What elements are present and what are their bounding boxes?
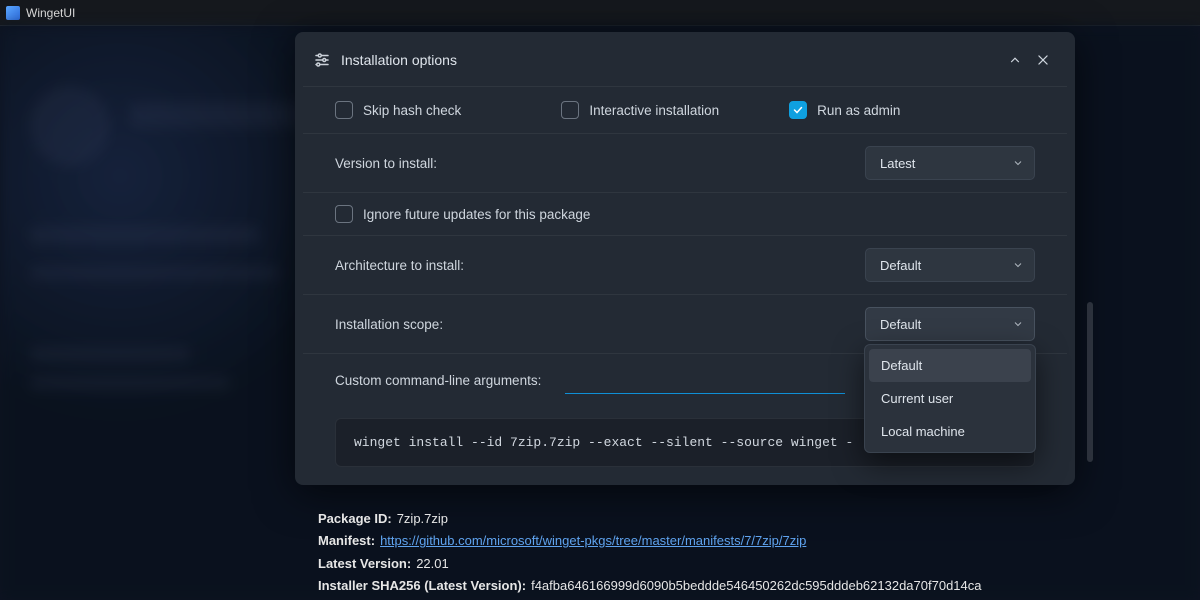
select-value: Default <box>880 317 921 332</box>
checkbox-box <box>335 205 353 223</box>
ignore-updates-row: Ignore future updates for this package <box>295 193 1075 235</box>
panel-scrollbar[interactable] <box>1087 302 1093 462</box>
checkbox-label: Skip hash check <box>363 103 461 118</box>
version-row: Version to install: Latest <box>295 134 1075 192</box>
checkbox-label: Ignore future updates for this package <box>363 207 590 222</box>
panel-title: Installation options <box>341 52 457 68</box>
interactive-install-checkbox[interactable]: Interactive installation <box>561 101 719 119</box>
version-select[interactable]: Latest <box>865 146 1035 180</box>
scope-option-current-user[interactable]: Current user <box>869 382 1031 415</box>
architecture-row: Architecture to install: Default <box>295 236 1075 294</box>
titlebar: WingetUI <box>0 0 1200 26</box>
chevron-down-icon <box>1012 259 1024 271</box>
chevron-down-icon <box>1012 318 1024 330</box>
package-id-value: 7zip.7zip <box>397 508 448 530</box>
collapse-button[interactable] <box>1001 46 1029 74</box>
manifest-link[interactable]: https://github.com/microsoft/winget-pkgs… <box>380 530 806 552</box>
version-label: Version to install: <box>335 156 437 171</box>
chevron-down-icon <box>1012 157 1024 169</box>
sliders-icon <box>313 51 331 69</box>
panel-header: Installation options <box>295 32 1075 86</box>
scope-row: Installation scope: Default Default Curr… <box>295 295 1075 353</box>
skip-hash-check-checkbox[interactable]: Skip hash check <box>335 101 461 119</box>
scope-dropdown: Default Current user Local machine <box>864 344 1036 453</box>
scope-label: Installation scope: <box>335 317 443 332</box>
package-details: Package ID: 7zip.7zip Manifest: https://… <box>318 508 981 597</box>
close-button[interactable] <box>1029 46 1057 74</box>
checkbox-box <box>335 101 353 119</box>
sha-label: Installer SHA256 (Latest Version): <box>318 575 526 597</box>
custom-args-label: Custom command-line arguments: <box>335 373 541 388</box>
scope-select[interactable]: Default Default Current user Local machi… <box>865 307 1035 341</box>
scope-option-local-machine[interactable]: Local machine <box>869 415 1031 448</box>
app-title: WingetUI <box>26 6 75 20</box>
sha-value: f4afba646166999d6090b5beddde546450262dc5… <box>531 575 981 597</box>
scope-option-default[interactable]: Default <box>869 349 1031 382</box>
custom-args-input[interactable] <box>565 366 845 394</box>
latest-version-value: 22.01 <box>416 553 449 575</box>
package-id-label: Package ID: <box>318 508 392 530</box>
architecture-label: Architecture to install: <box>335 258 464 273</box>
latest-version-label: Latest Version: <box>318 553 411 575</box>
checkbox-box <box>561 101 579 119</box>
architecture-select[interactable]: Default <box>865 248 1035 282</box>
run-as-admin-checkbox[interactable]: Run as admin <box>789 101 900 119</box>
checkbox-label: Interactive installation <box>589 103 719 118</box>
select-value: Default <box>880 258 921 273</box>
app-icon <box>6 6 20 20</box>
installation-options-panel: Installation options Skip hash check Int… <box>295 32 1075 485</box>
ignore-updates-checkbox[interactable]: Ignore future updates for this package <box>335 205 590 223</box>
checkbox-box <box>789 101 807 119</box>
command-text: winget install --id 7zip.7zip --exact --… <box>354 435 853 450</box>
manifest-label: Manifest: <box>318 530 375 552</box>
select-value: Latest <box>880 156 915 171</box>
checkbox-label: Run as admin <box>817 103 900 118</box>
checkbox-row: Skip hash check Interactive installation… <box>295 87 1075 133</box>
